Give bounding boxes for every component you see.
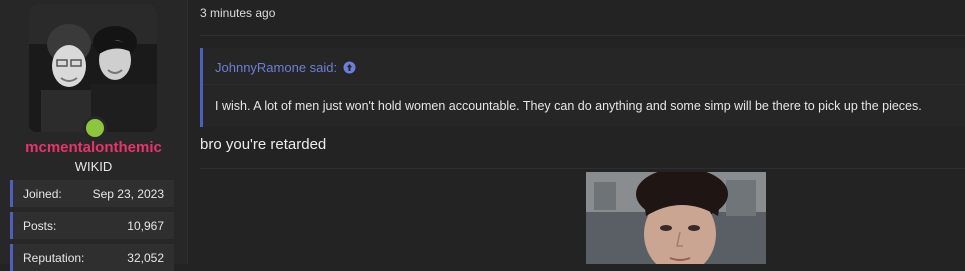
stat-value: 32,052 bbox=[127, 251, 164, 265]
divider bbox=[203, 84, 965, 85]
user-sidebar: mcmentalonthemic WIKID Joined: Sep 23, 2… bbox=[0, 0, 188, 271]
post-photo bbox=[586, 172, 766, 264]
stat-label: Joined: bbox=[23, 187, 62, 201]
stat-reputation: Reputation: 32,052 bbox=[10, 244, 174, 271]
online-status-indicator bbox=[83, 116, 107, 140]
stat-value[interactable]: 10,967 bbox=[127, 219, 164, 233]
post-body: bro you're retarded bbox=[200, 136, 327, 153]
quote-text: I wish. A lot of men just won't hold wom… bbox=[215, 99, 922, 113]
avatar[interactable] bbox=[29, 4, 157, 132]
quote-block: JohnnyRamone said: I wish. A lot of men … bbox=[200, 48, 965, 127]
stat-posts: Posts: 10,967 bbox=[10, 212, 174, 239]
arrow-up-circle-icon[interactable] bbox=[343, 61, 356, 74]
username-link[interactable]: mcmentalonthemic bbox=[0, 139, 187, 156]
quote-author[interactable]: JohnnyRamone said: bbox=[215, 60, 337, 75]
stat-value: Sep 23, 2023 bbox=[92, 187, 164, 201]
stat-label: Posts: bbox=[23, 219, 57, 233]
stat-joined: Joined: Sep 23, 2023 bbox=[10, 180, 174, 207]
user-title: WIKID bbox=[74, 159, 113, 174]
divider bbox=[200, 168, 965, 169]
avatar-image bbox=[29, 4, 157, 132]
post-image[interactable] bbox=[586, 172, 766, 264]
post-timestamp[interactable]: 3 minutes ago bbox=[200, 6, 275, 20]
quote-author-link[interactable]: JohnnyRamone said: bbox=[215, 60, 356, 75]
divider bbox=[200, 35, 965, 36]
stat-label: Reputation: bbox=[23, 251, 85, 265]
